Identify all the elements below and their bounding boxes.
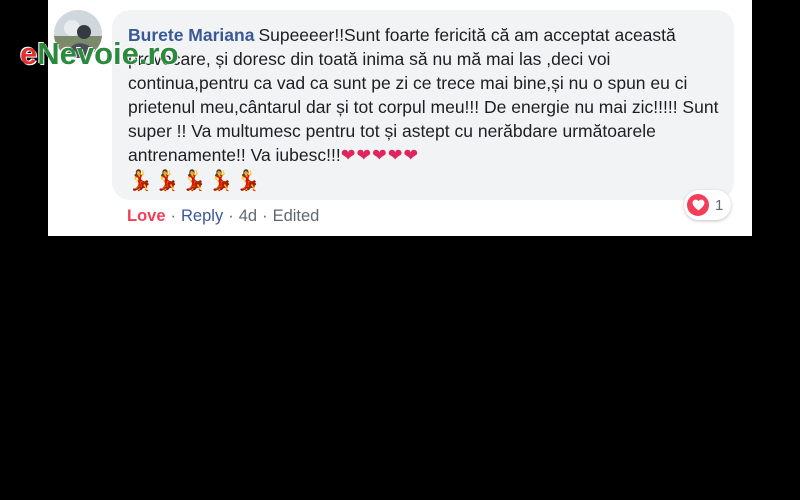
separator: · bbox=[170, 207, 177, 225]
reply-link[interactable]: Reply bbox=[181, 207, 223, 225]
reaction-count: 1 bbox=[715, 196, 724, 214]
comment-body: Burete Mariana Supeeeer!!Sunt foarte feri… bbox=[128, 23, 722, 193]
comment-bubble: Burete Mariana Supeeeer!!Sunt foarte feri… bbox=[112, 10, 734, 200]
avatar[interactable] bbox=[54, 10, 102, 58]
comment-panel: eNevoie.ro Burete Mariana Supeeeer!!Sunt … bbox=[20, 0, 752, 236]
avatar-image bbox=[54, 10, 102, 58]
comment-author-link[interactable]: Burete Mariana bbox=[128, 25, 254, 45]
comment-text: Supeeeer!!Sunt foarte fericită că am acc… bbox=[128, 25, 719, 165]
comment-timestamp[interactable]: 4d bbox=[239, 207, 257, 225]
reaction-summary[interactable]: 1 bbox=[684, 190, 732, 220]
comment-actions: Love · Reply · 4d · Edited bbox=[127, 207, 319, 226]
separator: · bbox=[262, 207, 268, 225]
separator: · bbox=[228, 207, 234, 225]
heart-icon bbox=[687, 194, 709, 216]
dancer-emoji: 💃💃💃💃💃 bbox=[128, 170, 263, 192]
edited-label[interactable]: Edited bbox=[273, 207, 320, 225]
hearts-emoji: ❤❤❤❤❤ bbox=[340, 145, 420, 165]
love-reaction-link[interactable]: Love bbox=[127, 207, 166, 225]
